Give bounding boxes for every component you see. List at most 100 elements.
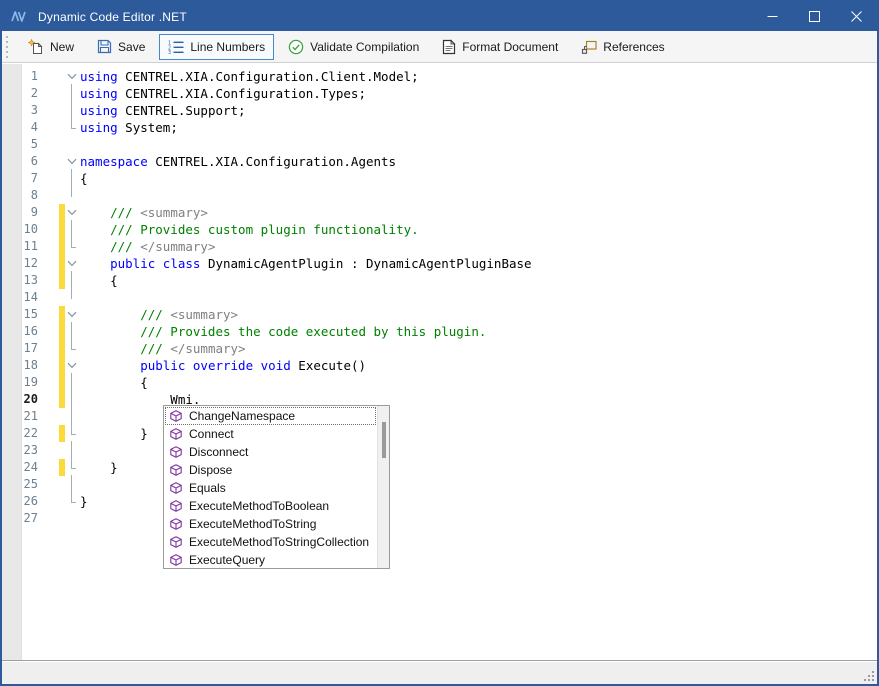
code-line[interactable]: 14: [2, 289, 532, 306]
fold-column: [65, 391, 80, 408]
save-button[interactable]: Save: [88, 34, 154, 60]
code-line[interactable]: 3using CENTREL.Support;: [2, 102, 532, 119]
fold-column: [65, 238, 80, 255]
code-line[interactable]: 9 /// <summary>: [2, 204, 532, 221]
line-number: 26: [2, 493, 58, 510]
code-line[interactable]: 8: [2, 187, 532, 204]
autocomplete-item[interactable]: Disconnect: [165, 443, 376, 461]
code-line[interactable]: 15 /// <summary>: [2, 306, 532, 323]
line-number: 21: [2, 408, 58, 425]
new-button[interactable]: New: [19, 34, 83, 60]
format-document-button[interactable]: Format Document: [433, 34, 567, 60]
validate-compilation-button-label: Validate Compilation: [310, 40, 419, 54]
code-line[interactable]: 13 {: [2, 272, 532, 289]
change-bar-column: [58, 272, 65, 289]
change-bar-column: [58, 493, 65, 510]
autocomplete-popup: ChangeNamespaceConnectDisconnect Dispose E…: [163, 405, 390, 569]
change-bar-column: [58, 510, 65, 527]
code-editor[interactable]: 1using CENTREL.XIA.Configuration.Client.…: [2, 64, 877, 660]
resize-grip-icon[interactable]: [862, 669, 875, 682]
code-text: /// </summary>: [80, 238, 215, 255]
autocomplete-item[interactable]: ChangeNamespace: [165, 407, 376, 425]
method-icon: [170, 428, 182, 440]
references-button-label: References: [603, 40, 664, 54]
validate-compilation-button[interactable]: Validate Compilation: [279, 34, 428, 60]
line-number: 15: [2, 306, 58, 323]
references-button[interactable]: References: [572, 34, 673, 60]
code-line[interactable]: 2using CENTREL.XIA.Configuration.Types;: [2, 85, 532, 102]
change-bar-column: [58, 255, 65, 272]
autocomplete-item[interactable]: Dispose: [165, 461, 376, 479]
app-window: Dynamic Code Editor .NET New: [0, 0, 879, 686]
scrollbar-thumb[interactable]: [382, 422, 386, 458]
line-number: 16: [2, 323, 58, 340]
autocomplete-item[interactable]: ExecuteQuery: [165, 551, 376, 569]
fold-chevron-icon[interactable]: [67, 73, 77, 80]
method-icon: [170, 500, 182, 512]
maximize-icon: [809, 11, 820, 22]
change-bar-column: [58, 238, 65, 255]
fold-column: [65, 102, 80, 119]
autocomplete-item-label: Dispose: [189, 463, 232, 477]
fold-column: [65, 459, 80, 476]
code-line[interactable]: 17 /// </summary>: [2, 340, 532, 357]
change-bar-column: [58, 408, 65, 425]
fold-column: [65, 187, 80, 204]
code-text: using CENTREL.Support;: [80, 102, 246, 119]
autocomplete-scrollbar[interactable]: [377, 406, 389, 568]
change-bar-column: [58, 476, 65, 493]
code-line[interactable]: 1using CENTREL.XIA.Configuration.Client.…: [2, 68, 532, 85]
change-bar-column: [58, 170, 65, 187]
code-text: using CENTREL.XIA.Configuration.Client.M…: [80, 68, 419, 85]
autocomplete-item[interactable]: Connect: [165, 425, 376, 443]
line-number: 25: [2, 476, 58, 493]
fold-chevron-icon[interactable]: [67, 260, 77, 267]
code-text: public class DynamicAgentPlugin : Dynami…: [80, 255, 532, 272]
line-number: 22: [2, 425, 58, 442]
code-text: /// <summary>: [80, 204, 208, 221]
validate-check-icon: [288, 39, 304, 55]
line-number: 27: [2, 510, 58, 527]
code-line[interactable]: 11 /// </summary>: [2, 238, 532, 255]
save-button-label: Save: [118, 40, 145, 54]
change-bar-column: [58, 204, 65, 221]
format-document-icon: [442, 39, 456, 55]
code-line[interactable]: 10 /// Provides custom plugin functional…: [2, 221, 532, 238]
code-line[interactable]: 5: [2, 136, 532, 153]
minimize-button[interactable]: [751, 2, 793, 31]
change-bar-column: [58, 119, 65, 136]
change-bar-column: [58, 68, 65, 85]
code-line[interactable]: 18 public override void Execute(): [2, 357, 532, 374]
autocomplete-item[interactable]: Equals: [165, 479, 376, 497]
code-line[interactable]: 19 {: [2, 374, 532, 391]
fold-column: [65, 85, 80, 102]
maximize-button[interactable]: [793, 2, 835, 31]
toolbar-grip[interactable]: [5, 36, 10, 58]
code-line[interactable]: 12 public class DynamicAgentPlugin : Dyn…: [2, 255, 532, 272]
svg-text:3: 3: [168, 50, 171, 54]
fold-chevron-icon[interactable]: [67, 209, 77, 216]
fold-chevron-icon[interactable]: [67, 158, 77, 165]
change-bar-column: [58, 459, 65, 476]
fold-column: [65, 170, 80, 187]
code-text: }: [80, 493, 88, 510]
code-line[interactable]: 16 /// Provides the code executed by thi…: [2, 323, 532, 340]
new-document-icon: [28, 39, 44, 55]
close-button[interactable]: [835, 2, 877, 31]
line-numbers-toggle-button[interactable]: 1 2 3 Line Numbers: [159, 34, 274, 60]
line-number: 13: [2, 272, 58, 289]
method-icon: [170, 518, 182, 530]
code-line[interactable]: 6namespace CENTREL.XIA.Configuration.Age…: [2, 153, 532, 170]
change-bar-column: [58, 153, 65, 170]
autocomplete-item[interactable]: ExecuteMethodToString: [165, 515, 376, 533]
autocomplete-item-label: Equals: [189, 481, 226, 495]
code-line[interactable]: 4using System;: [2, 119, 532, 136]
fold-column: [65, 204, 80, 221]
autocomplete-item[interactable]: ExecuteMethodToStringCollection: [165, 533, 376, 551]
autocomplete-item[interactable]: ExecuteMethodToBoolean: [165, 497, 376, 515]
fold-chevron-icon[interactable]: [67, 311, 77, 318]
code-line[interactable]: 7{: [2, 170, 532, 187]
change-bar-column: [58, 425, 65, 442]
fold-chevron-icon[interactable]: [67, 362, 77, 369]
method-icon: [170, 464, 182, 476]
